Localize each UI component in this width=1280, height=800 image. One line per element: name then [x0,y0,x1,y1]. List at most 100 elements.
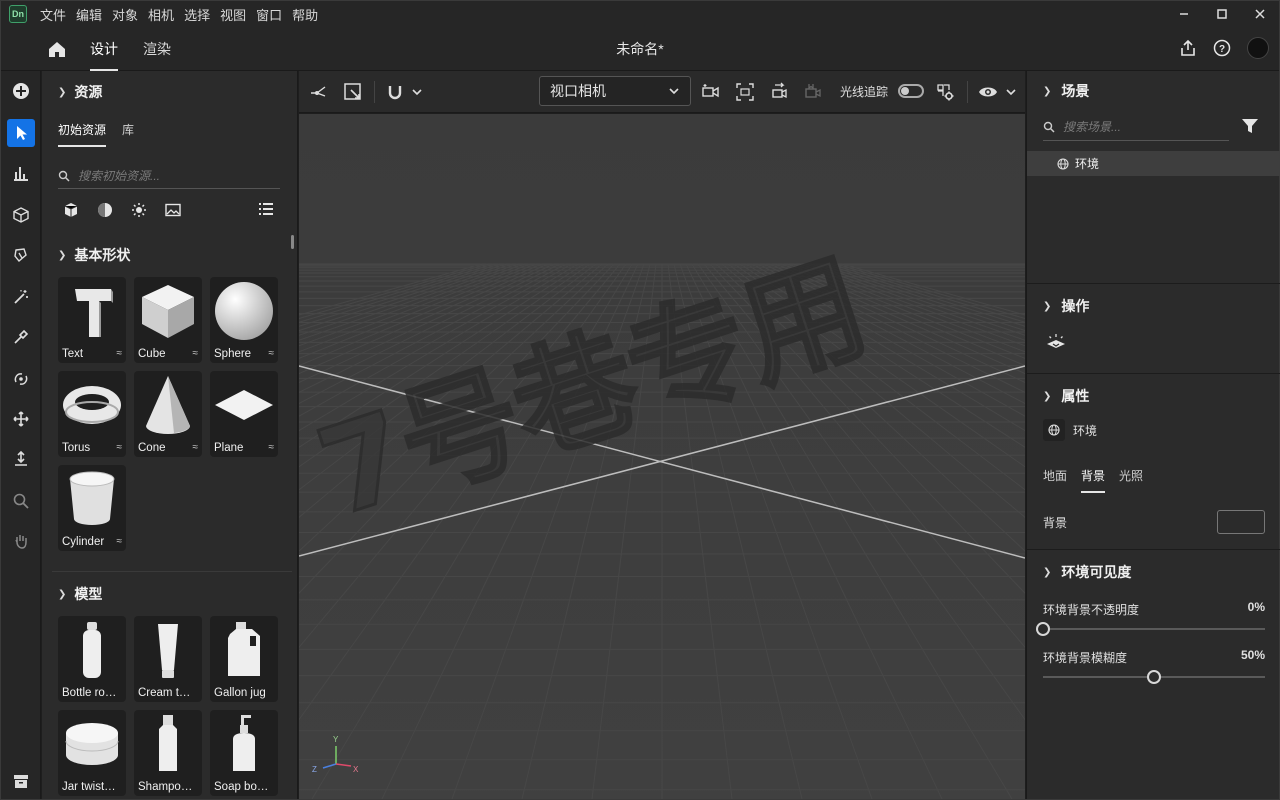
asset-card-sphere[interactable]: Sphere ≈ [210,277,278,363]
orbit-icon[interactable] [7,365,35,393]
scene-title: 场景 [1061,83,1090,99]
maximize-button[interactable] [1203,1,1241,27]
settings-slider-icon[interactable]: ≈ [193,348,199,359]
menu-select[interactable]: 选择 [179,5,215,24]
tab-design[interactable]: 设计 [90,27,118,71]
camera-select[interactable]: 视口相机 [539,76,691,106]
select-tool-icon[interactable] [7,119,35,147]
asset-card-text[interactable]: Text ≈ [58,277,126,363]
avatar[interactable] [1247,37,1269,59]
asset-card-cream-tube[interactable]: Cream tu… [134,616,202,702]
opacity-slider-track[interactable] [1043,628,1265,630]
asset-card-soap-bottle[interactable]: Soap bot… [210,710,278,796]
menu-edit[interactable]: 编辑 [71,5,107,24]
archive-icon[interactable] [7,767,35,795]
camera-move-icon[interactable] [769,82,789,102]
add-icon[interactable] [7,77,35,105]
settings-slider-icon[interactable]: ≈ [117,536,123,547]
menu-view[interactable]: 视图 [215,5,251,24]
tab-starter-assets[interactable]: 初始资源 [58,121,107,147]
minimize-button[interactable] [1165,1,1203,27]
magic-wand-icon[interactable] [7,283,35,311]
vertical-move-icon[interactable] [7,445,35,473]
scene-item-environment[interactable]: 环境 [1027,151,1280,176]
home-icon[interactable] [47,39,67,59]
tab-library[interactable]: 库 [122,121,134,147]
paint-bucket-icon[interactable] [7,241,35,269]
chevron-down-icon[interactable] [407,82,427,102]
asset-card-cylinder[interactable]: Cylinder ≈ [58,465,126,551]
menu-file[interactable]: 文件 [35,5,71,24]
frame-icon[interactable] [343,82,363,102]
title-bar: Dn 文件 编辑 对象 相机 选择 视图 窗口 帮助 [1,1,1279,27]
asset-card-torus[interactable]: Torus ≈ [58,371,126,457]
filter-icon[interactable] [1241,117,1259,138]
render-settings-icon[interactable] [935,82,955,102]
asset-label: Torus [62,442,91,454]
asset-card-cone[interactable]: Cone ≈ [134,371,202,457]
menu-camera[interactable]: 相机 [143,5,179,24]
camera-bookmark-icon[interactable] [803,82,823,102]
camera-add-icon[interactable] [701,82,721,102]
section-divider [52,571,292,572]
eye-icon[interactable] [978,82,998,102]
eyedropper-icon[interactable] [7,323,35,351]
tab-background[interactable]: 背景 [1081,467,1106,493]
material-filter-icon[interactable] [96,201,114,219]
menu-window[interactable]: 窗口 [251,5,287,24]
blur-slider-handle[interactable] [1147,670,1161,684]
3d-viewport[interactable]: 7号巷专用 Y Z X [299,114,1025,799]
visibility-header[interactable]: ❯ 环境可见度 [1043,562,1131,582]
scene-search-input[interactable] [1063,119,1223,134]
settings-slider-icon[interactable]: ≈ [117,348,123,359]
settings-slider-icon[interactable]: ≈ [269,348,275,359]
scene-header[interactable]: ❯ 场景 [1043,81,1089,101]
asset-label: Text [62,348,84,360]
settings-slider-icon[interactable]: ≈ [117,442,123,453]
menu-help[interactable]: 帮助 [287,5,323,24]
tool-bar [1,71,41,799]
assets-header[interactable]: ❯ 资源 [58,82,102,102]
settings-slider-icon[interactable]: ≈ [269,442,275,453]
settings-slider-icon[interactable]: ≈ [193,442,199,453]
svg-text:?: ? [1219,44,1225,55]
ground-action-icon[interactable] [1045,333,1067,354]
model-filter-icon[interactable] [62,201,80,219]
chevron-down-icon: ❯ [58,249,67,261]
menu-object[interactable]: 对象 [107,5,143,24]
tab-render[interactable]: 渲染 [143,27,171,71]
viewport-canvas[interactable]: 7号巷专用 Y Z X [299,114,1025,799]
camera-frame-icon[interactable] [735,82,755,102]
asset-card-plane[interactable]: Plane ≈ [210,371,278,457]
basic-shapes-header[interactable]: ❯ 基本形状 [58,245,130,265]
light-filter-icon[interactable] [130,201,148,219]
asset-card-cube[interactable]: Cube ≈ [134,277,202,363]
assets-search-input[interactable] [78,168,268,183]
list-view-icon[interactable] [258,201,274,220]
background-color-swatch[interactable] [1217,510,1265,534]
asset-card-gallon-jug[interactable]: Gallon jug [210,616,278,702]
tab-lighting[interactable]: 光照 [1119,467,1143,493]
box-icon[interactable] [7,201,35,229]
magnet-icon[interactable] [385,82,405,102]
asset-card-jar[interactable]: Jar twist … [58,710,126,796]
chevron-down-icon[interactable] [1001,82,1021,102]
close-button[interactable] [1241,1,1279,27]
raytrace-toggle[interactable] [898,84,924,98]
asset-card-shampoo[interactable]: Shampo… [134,710,202,796]
models-header[interactable]: ❯ 模型 [58,584,102,604]
scrollbar-thumb[interactable] [291,235,294,249]
properties-header[interactable]: ❯ 属性 [1043,386,1089,406]
chart-icon[interactable] [7,159,35,187]
asset-card-bottle[interactable]: Bottle ro… [58,616,126,702]
move-icon[interactable] [7,405,35,433]
opacity-slider-handle[interactable] [1036,622,1050,636]
actions-header[interactable]: ❯ 操作 [1043,296,1089,316]
share-icon[interactable] [1179,39,1197,57]
help-icon[interactable]: ? [1213,39,1231,57]
zoom-icon[interactable] [7,487,35,515]
transform-icon[interactable] [309,82,329,102]
hand-icon[interactable] [7,527,35,555]
tab-ground[interactable]: 地面 [1043,467,1067,493]
image-filter-icon[interactable] [164,201,182,219]
